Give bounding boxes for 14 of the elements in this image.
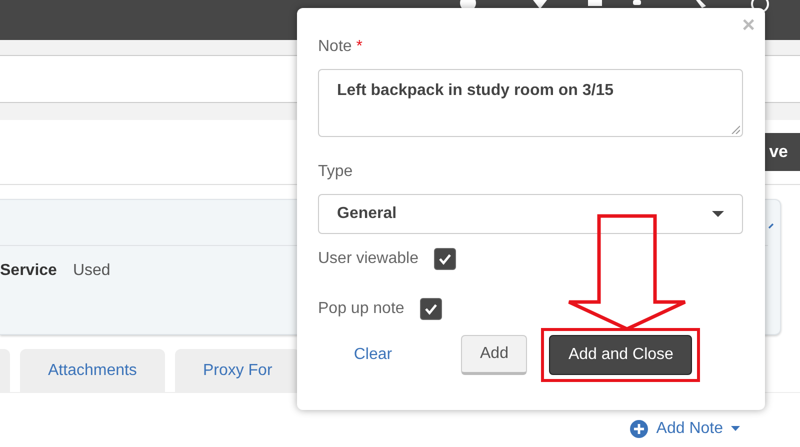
checkbox-label: Pop up note (318, 300, 404, 318)
type-label: Type (318, 163, 354, 181)
required-mark: * (356, 38, 362, 55)
add-and-close-button[interactable]: Add and Close (549, 335, 692, 375)
add-note-link[interactable]: Add Note (630, 420, 740, 438)
note-label: Note (318, 38, 352, 55)
field-value: Used (72, 262, 110, 280)
checkbox-label: User viewable (318, 250, 418, 268)
note-field[interactable]: Left backpack in study room on 3/15 (318, 69, 743, 137)
type-dropdown[interactable]: General (318, 194, 743, 234)
clear-link[interactable]: Clear (318, 346, 428, 364)
field-label: Service (0, 262, 57, 280)
tab[interactable]: Attachments (20, 349, 165, 392)
add-button[interactable]: Add (461, 335, 528, 375)
